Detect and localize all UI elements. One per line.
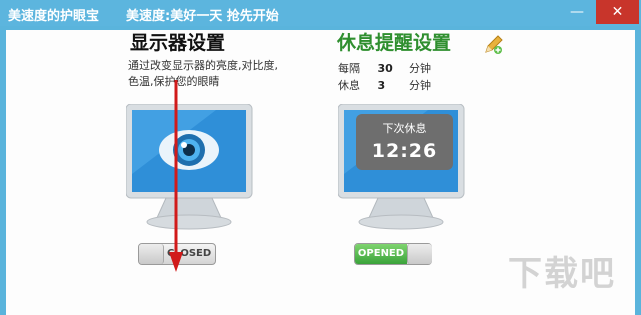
annotation-arrow-icon [169,80,183,272]
display-settings-title[interactable]: 显示器设置 [130,28,225,55]
interval-unit: 分钟 [409,62,431,75]
rest-value[interactable]: 3 [378,79,406,92]
rest-reminder-title[interactable]: 休息提醒设置 [337,28,451,55]
app-title: 美速度的护眼宝 [8,9,100,24]
slogan-text: 美速度:美好一天 抢先开始 [126,9,279,24]
watermark-logo: 下载吧 [508,254,616,294]
title-bar: 美速度的护眼宝 美速度:美好一天 抢先开始 — ✕ [0,0,641,26]
minimize-icon: — [570,4,584,20]
next-rest-label: 下次休息 [382,122,427,135]
interval-label: 每隔 [338,62,360,75]
toggle-knob [407,244,432,264]
next-rest-time: 12:26 [371,140,438,162]
display-settings-description: 通过改变显示器的亮度,对比度,色温,保护您的眼睛 [128,59,278,88]
close-button[interactable]: ✕ [596,0,639,24]
rest-duration-row: 休息 3 分钟 [338,77,431,93]
pencil-icon[interactable] [482,34,504,56]
rest-label: 休息 [338,79,360,92]
minimize-button[interactable]: — [560,0,594,24]
interval-value[interactable]: 30 [378,62,406,75]
toggle-knob [139,244,164,264]
next-rest-display: 下次休息 12:26 [356,114,453,170]
rest-unit: 分钟 [409,79,431,92]
rest-reminder-toggle[interactable]: OPENED [354,243,432,265]
interval-row: 每隔 30 分钟 [338,60,431,76]
monitor-eye-icon[interactable] [126,104,254,252]
rest-toggle-label: OPENED [355,244,407,264]
close-icon: ✕ [611,4,624,20]
